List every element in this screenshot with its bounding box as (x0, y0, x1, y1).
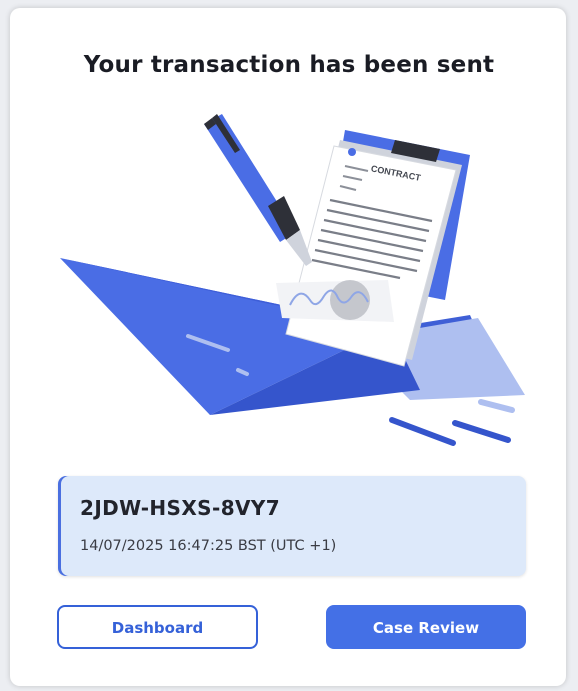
transaction-panel: 2JDW-HSXS-8VY7 14/07/2025 16:47:25 BST (… (58, 476, 526, 576)
transaction-id: 2JDW-HSXS-8VY7 (80, 496, 281, 520)
case-review-button[interactable]: Case Review (326, 605, 526, 649)
paper-plane-icon (60, 258, 525, 415)
pen-icon (204, 114, 312, 266)
transaction-timestamp: 14/07/2025 16:47:25 BST (UTC +1) (80, 538, 337, 554)
contract-illustration: CONTRACT (60, 114, 525, 446)
dashboard-button[interactable]: Dashboard (57, 605, 258, 649)
